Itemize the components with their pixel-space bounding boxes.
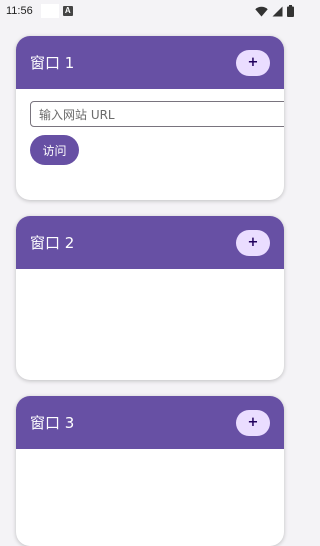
window-card-2: 窗口 2 +	[16, 216, 284, 380]
notification-placeholder-icon	[40, 4, 59, 18]
window-header-3: 窗口 3 +	[16, 396, 284, 449]
status-time: 11:56	[6, 5, 33, 17]
add-window-button-3[interactable]: +	[236, 409, 270, 436]
add-window-button-1[interactable]: +	[236, 49, 270, 76]
url-input[interactable]: 输入网站 URL	[30, 101, 284, 127]
visit-button[interactable]: 访问	[30, 135, 79, 165]
status-icons	[255, 5, 294, 17]
window-card-1: 窗口 1 + 输入网站 URL 访问	[16, 36, 284, 200]
url-input-placeholder: 输入网站 URL	[39, 107, 115, 122]
status-bar: 11:56 A	[0, 0, 300, 22]
window-title-2: 窗口 2	[30, 234, 75, 252]
wifi-icon	[255, 6, 268, 16]
window-title-1: 窗口 1	[30, 54, 75, 72]
a-notification-icon: A	[62, 6, 73, 16]
window-card-3: 窗口 3 +	[16, 396, 284, 546]
window-header-2: 窗口 2 +	[16, 216, 284, 269]
window-header-1: 窗口 1 +	[16, 36, 284, 89]
signal-icon	[272, 6, 283, 16]
add-window-button-2[interactable]: +	[236, 229, 270, 256]
battery-icon	[287, 5, 294, 17]
window-title-3: 窗口 3	[30, 414, 75, 432]
